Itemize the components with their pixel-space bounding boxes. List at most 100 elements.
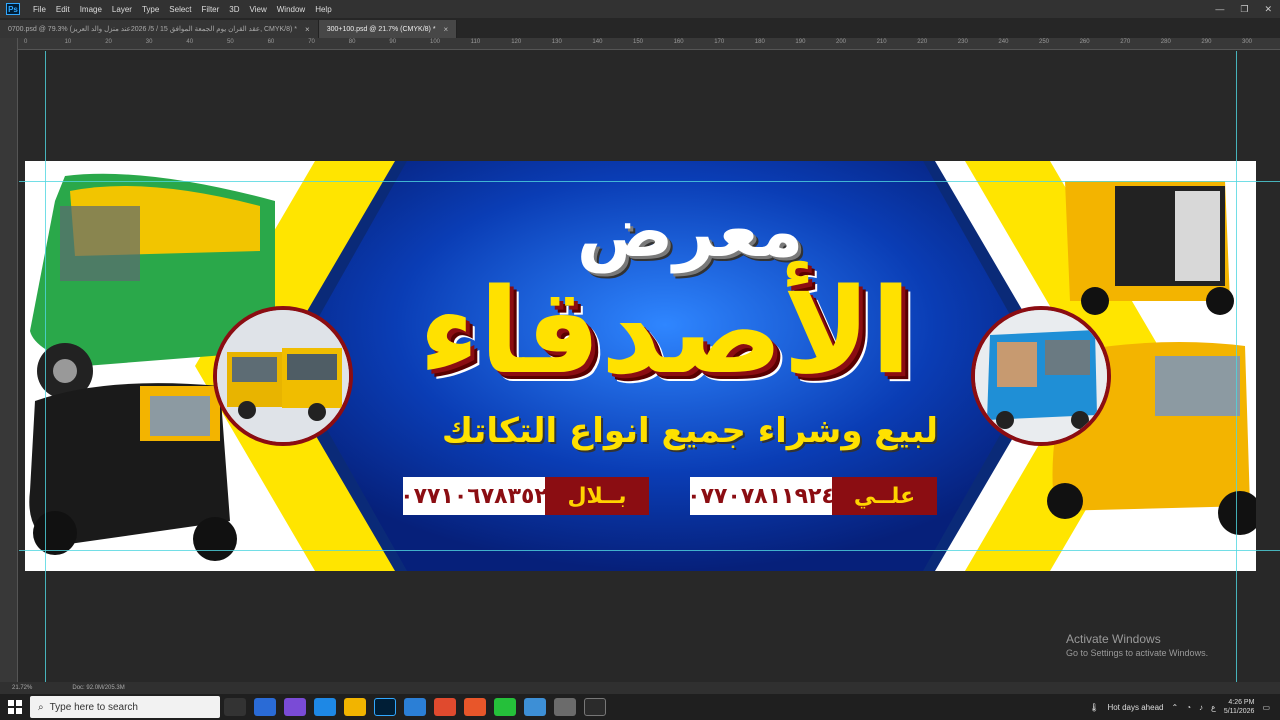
edge-browser-icon[interactable] bbox=[314, 698, 336, 716]
ruler-tick-label: 40 bbox=[186, 39, 194, 45]
ruler-tick-label: 180 bbox=[754, 39, 765, 45]
paint-app-icon[interactable] bbox=[284, 698, 306, 716]
ruler-tick-label: 90 bbox=[389, 39, 397, 45]
ruler-top[interactable]: 0 10 20 30 40 50 60 70 80 90 100 110 120 130 140 150 160… bbox=[18, 38, 1280, 50]
windows-start-button[interactable] bbox=[0, 694, 30, 720]
ruler-tick-label: 10 bbox=[64, 39, 72, 45]
brave-browser-icon[interactable] bbox=[464, 698, 486, 716]
menu-type[interactable]: Type bbox=[137, 5, 164, 14]
ruler-tick-label: 250 bbox=[1039, 39, 1050, 45]
doc-size: Doc: 92.0M/205.3M bbox=[72, 685, 125, 691]
guide-line[interactable] bbox=[19, 550, 1280, 551]
ruler-tick-label: 300 bbox=[1242, 39, 1253, 45]
menu-3d[interactable]: 3D bbox=[224, 5, 244, 14]
ruler-tick-label: 220 bbox=[917, 39, 928, 45]
taskbar-search-box[interactable]: ⌕ Type here to search bbox=[30, 696, 220, 718]
ruler-tick-label: 130 bbox=[551, 39, 562, 45]
photoshop-logo-icon: Ps bbox=[6, 3, 20, 15]
calculator-icon[interactable] bbox=[554, 698, 576, 716]
contact-ali: ٠٧٧٠٧٨١١٩٢٤ علــي bbox=[687, 477, 937, 515]
ruler-tick-label: 80 bbox=[348, 39, 356, 45]
zoom-level[interactable]: 21.72% bbox=[12, 685, 32, 691]
tuktuk-black-left-image bbox=[29, 383, 237, 561]
ruler-tick-label: 210 bbox=[876, 39, 887, 45]
search-placeholder: Type here to search bbox=[49, 701, 138, 713]
volume-icon[interactable]: ♪ bbox=[1199, 703, 1203, 712]
tuktuk-pair-photo bbox=[213, 306, 353, 446]
menu-help[interactable]: Help bbox=[310, 5, 336, 14]
ruler-tick-label: 240 bbox=[998, 39, 1009, 45]
window-controls: — ❐ ✕ bbox=[1215, 0, 1272, 18]
ruler-tick-label: 200 bbox=[836, 39, 847, 45]
ruler-tick-label: 290 bbox=[1201, 39, 1212, 45]
menu-bar: Ps File Edit Image Layer Type Select Fil… bbox=[0, 0, 1280, 18]
activate-windows-watermark: Activate Windows Go to Settings to activ… bbox=[1066, 632, 1208, 658]
menu-view[interactable]: View bbox=[245, 5, 272, 14]
minimize-button[interactable]: — bbox=[1215, 4, 1224, 14]
banner-artwork[interactable]: معرض الأصدقاء لبيع وشراء جميع انواع التك… bbox=[25, 161, 1256, 571]
ruler-tick-label: 110 bbox=[470, 39, 481, 45]
tuktuk-blue-photo bbox=[971, 306, 1111, 446]
tab-label: 300+100.psd @ 21.7% (CMYK/8) * bbox=[326, 25, 436, 33]
file-explorer-icon[interactable] bbox=[344, 698, 366, 716]
chevron-up-icon[interactable]: ⌃ bbox=[1171, 703, 1178, 712]
weather-icon[interactable]: 🌡 bbox=[1089, 703, 1099, 712]
guide-line[interactable] bbox=[1236, 51, 1237, 682]
app-icon[interactable] bbox=[584, 698, 606, 716]
ruler-tick-label: 0 bbox=[24, 39, 28, 45]
contact-bilal: ٠٧٧١٠٦٧٨٣٥٢ بــلال bbox=[400, 477, 649, 515]
ruler-tick-label: 150 bbox=[633, 39, 644, 45]
close-tab-icon[interactable]: × bbox=[305, 25, 310, 34]
clock-time: 4:26 PM bbox=[1228, 699, 1255, 706]
ruler-tick-label: 50 bbox=[227, 39, 234, 45]
ruler-left[interactable] bbox=[0, 38, 18, 682]
windows-taskbar: ⌕ Type here to search 🌡 Hot days ahead ⌃… bbox=[0, 694, 1280, 720]
chrome-browser-icon[interactable] bbox=[434, 698, 456, 716]
menu-file[interactable]: File bbox=[28, 5, 51, 14]
close-button[interactable]: ✕ bbox=[1264, 4, 1272, 15]
tab-document-300x100[interactable]: 300+100.psd @ 21.7% (CMYK/8) * × bbox=[318, 20, 458, 38]
ruler-tick-label: 280 bbox=[1160, 39, 1171, 45]
ruler-tick-label: 60 bbox=[267, 39, 275, 45]
clock-date: 5/11/2026 bbox=[1223, 708, 1255, 715]
network-icon[interactable]: ◔ bbox=[1186, 703, 1191, 712]
photoshop-taskbar-icon[interactable] bbox=[374, 698, 396, 716]
contact-ali-name: علــي bbox=[832, 477, 937, 515]
document-tabs: 0700.psd @ 79.3% (عقد القران يوم الجمعة … bbox=[0, 18, 1280, 38]
banner-subtitle: لبيع وشراء جميع انواع التكاتك bbox=[441, 411, 939, 451]
clock[interactable]: 4:26 PM 5/11/2026 bbox=[1224, 698, 1255, 716]
banner-title-line2: الأصدقاء bbox=[418, 262, 912, 400]
guide-line[interactable] bbox=[19, 181, 1280, 182]
remote-desktop-icon[interactable] bbox=[524, 698, 546, 716]
tab-label: 0700.psd @ 79.3% (عقد القران يوم الجمعة … bbox=[8, 26, 298, 33]
contact-bilal-phone: ٠٧٧١٠٦٧٨٣٥٢ bbox=[400, 477, 548, 515]
ruler-tick-label: 20 bbox=[105, 39, 112, 45]
ruler-tick-label: 160 bbox=[673, 39, 684, 45]
activate-windows-subtitle: Go to Settings to activate Windows. bbox=[1066, 648, 1209, 658]
menu-edit[interactable]: Edit bbox=[51, 5, 75, 14]
restore-button[interactable]: ❐ bbox=[1240, 4, 1248, 15]
activate-windows-title: Activate Windows bbox=[1066, 632, 1161, 646]
whatsapp-app-icon[interactable] bbox=[494, 698, 516, 716]
ruler-tick-label: 230 bbox=[957, 39, 968, 45]
menu-filter[interactable]: Filter bbox=[197, 5, 225, 14]
menu-layer[interactable]: Layer bbox=[107, 5, 137, 14]
menu-select[interactable]: Select bbox=[164, 5, 196, 14]
ruler-tick-label: 100 bbox=[430, 39, 441, 45]
calculator-app-icon[interactable] bbox=[254, 698, 276, 716]
contact-bilal-name: بــلال bbox=[545, 477, 649, 515]
menu-window[interactable]: Window bbox=[272, 5, 310, 14]
ruler-tick-label: 140 bbox=[592, 39, 603, 45]
mail-app-icon[interactable] bbox=[404, 698, 426, 716]
guide-line[interactable] bbox=[45, 51, 46, 682]
weather-text[interactable]: Hot days ahead bbox=[1107, 703, 1163, 712]
ruler-tick-label: 190 bbox=[795, 39, 806, 45]
language-indicator[interactable]: ع bbox=[1211, 703, 1216, 712]
tab-document-0700[interactable]: 0700.psd @ 79.3% (عقد القران يوم الجمعة … bbox=[0, 20, 319, 38]
system-tray: 🌡 Hot days ahead ⌃ ◔ ♪ ع 4:26 PM 5/11/20… bbox=[1089, 694, 1280, 720]
notifications-icon[interactable]: ▭ bbox=[1262, 703, 1270, 712]
task-view-icon[interactable] bbox=[224, 698, 246, 716]
menu-image[interactable]: Image bbox=[75, 5, 107, 14]
ruler-tick-label: 170 bbox=[714, 39, 725, 45]
close-tab-icon[interactable]: × bbox=[444, 25, 449, 34]
